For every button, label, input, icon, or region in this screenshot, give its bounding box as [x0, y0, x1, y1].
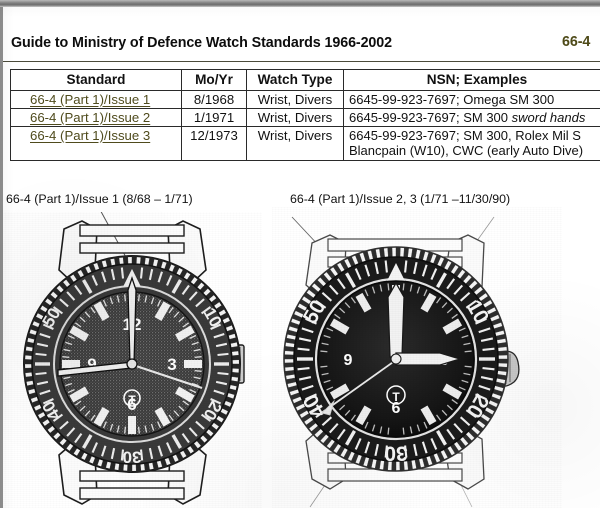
document-page: Guide to Ministry of Defence Watch Stand…	[0, 0, 600, 508]
header-divider	[3, 61, 600, 62]
svg-text:30: 30	[123, 448, 142, 467]
nsn-text: 6645-99-923-7697; SM 300	[349, 110, 512, 125]
watch-drawing-right: 1020304050 369 T	[283, 216, 520, 508]
column-header-moyr: Mo/Yr	[181, 69, 247, 91]
nsn-emphasis: sword hands	[511, 110, 586, 125]
svg-text:T: T	[392, 390, 400, 404]
standard-link-issue-2[interactable]: 66-4 (Part 1)/Issue 2	[16, 110, 150, 125]
cell-nsn: 6645-99-923-7697; SM 300, Rolex Mil S Bl…	[343, 126, 600, 161]
page-header: Guide to Ministry of Defence Watch Stand…	[11, 34, 596, 54]
cell-watch-type: Wrist, Divers	[246, 126, 344, 161]
cell-nsn: 6645-99-923-7697; Omega SM 300	[343, 90, 600, 109]
standard-link-issue-3[interactable]: 66-4 (Part 1)/Issue 3	[16, 128, 150, 143]
cell-moyr: 1/1971	[181, 108, 247, 127]
table-header-row: Standard Mo/Yr Watch Type NSN; Examples	[10, 69, 600, 91]
scanned-page-canvas: Guide to Ministry of Defence Watch Stand…	[0, 7, 600, 508]
svg-text:9: 9	[344, 352, 353, 369]
cell-nsn: 6645-99-923-7697; SM 300 sword hands	[343, 108, 600, 127]
page-title: Guide to Ministry of Defence Watch Stand…	[11, 35, 392, 51]
watch-illustration-issue-1: 1020304050 12369 T	[2, 212, 262, 508]
header-standard-code: 66-4	[562, 34, 591, 50]
watch-standards-table: Standard Mo/Yr Watch Type NSN; Examples …	[10, 69, 600, 161]
cell-standard: 66-4 (Part 1)/Issue 1	[10, 90, 182, 109]
table-row: 66-4 (Part 1)/Issue 3 12/1973 Wrist, Div…	[10, 126, 600, 161]
window-top-bar	[0, 0, 600, 7]
cell-standard: 66-4 (Part 1)/Issue 3	[10, 126, 182, 161]
table-row: 66-4 (Part 1)/Issue 1 8/1968 Wrist, Dive…	[10, 90, 600, 109]
cell-moyr: 8/1968	[181, 90, 247, 109]
standard-link-issue-1[interactable]: 66-4 (Part 1)/Issue 1	[16, 92, 150, 107]
svg-text:T: T	[128, 393, 136, 407]
watch-illustration-issue-2-3: 1020304050 369 T	[272, 207, 562, 508]
page-left-edge	[0, 7, 3, 508]
cell-standard: 66-4 (Part 1)/Issue 2	[10, 108, 182, 127]
column-header-standard: Standard	[10, 69, 182, 91]
nsn-text: 6645-99-923-7697; Omega SM 300	[349, 92, 555, 107]
nsn-text-line-2: Blancpain (W10), CWC (early Auto Dive)	[349, 143, 584, 158]
cell-moyr: 12/1973	[181, 126, 247, 161]
cell-watch-type: Wrist, Divers	[246, 108, 344, 127]
svg-text:30: 30	[384, 441, 407, 464]
column-header-nsn: NSN; Examples	[343, 69, 600, 91]
watch-drawing-left: 1020304050 12369 T	[23, 212, 245, 505]
figure-caption-right: 66-4 (Part 1)/Issue 2, 3 (1/71 –11/30/90…	[290, 192, 511, 206]
column-header-watch-type: Watch Type	[246, 69, 344, 91]
figure-caption-left: 66-4 (Part 1)/Issue 1 (8/68 – 1/71)	[6, 192, 193, 206]
cell-watch-type: Wrist, Divers	[246, 90, 344, 109]
table-row: 66-4 (Part 1)/Issue 2 1/1971 Wrist, Dive…	[10, 108, 600, 127]
svg-text:3: 3	[167, 355, 176, 374]
nsn-text-line-1: 6645-99-923-7697; SM 300, Rolex Mil S	[349, 128, 581, 143]
